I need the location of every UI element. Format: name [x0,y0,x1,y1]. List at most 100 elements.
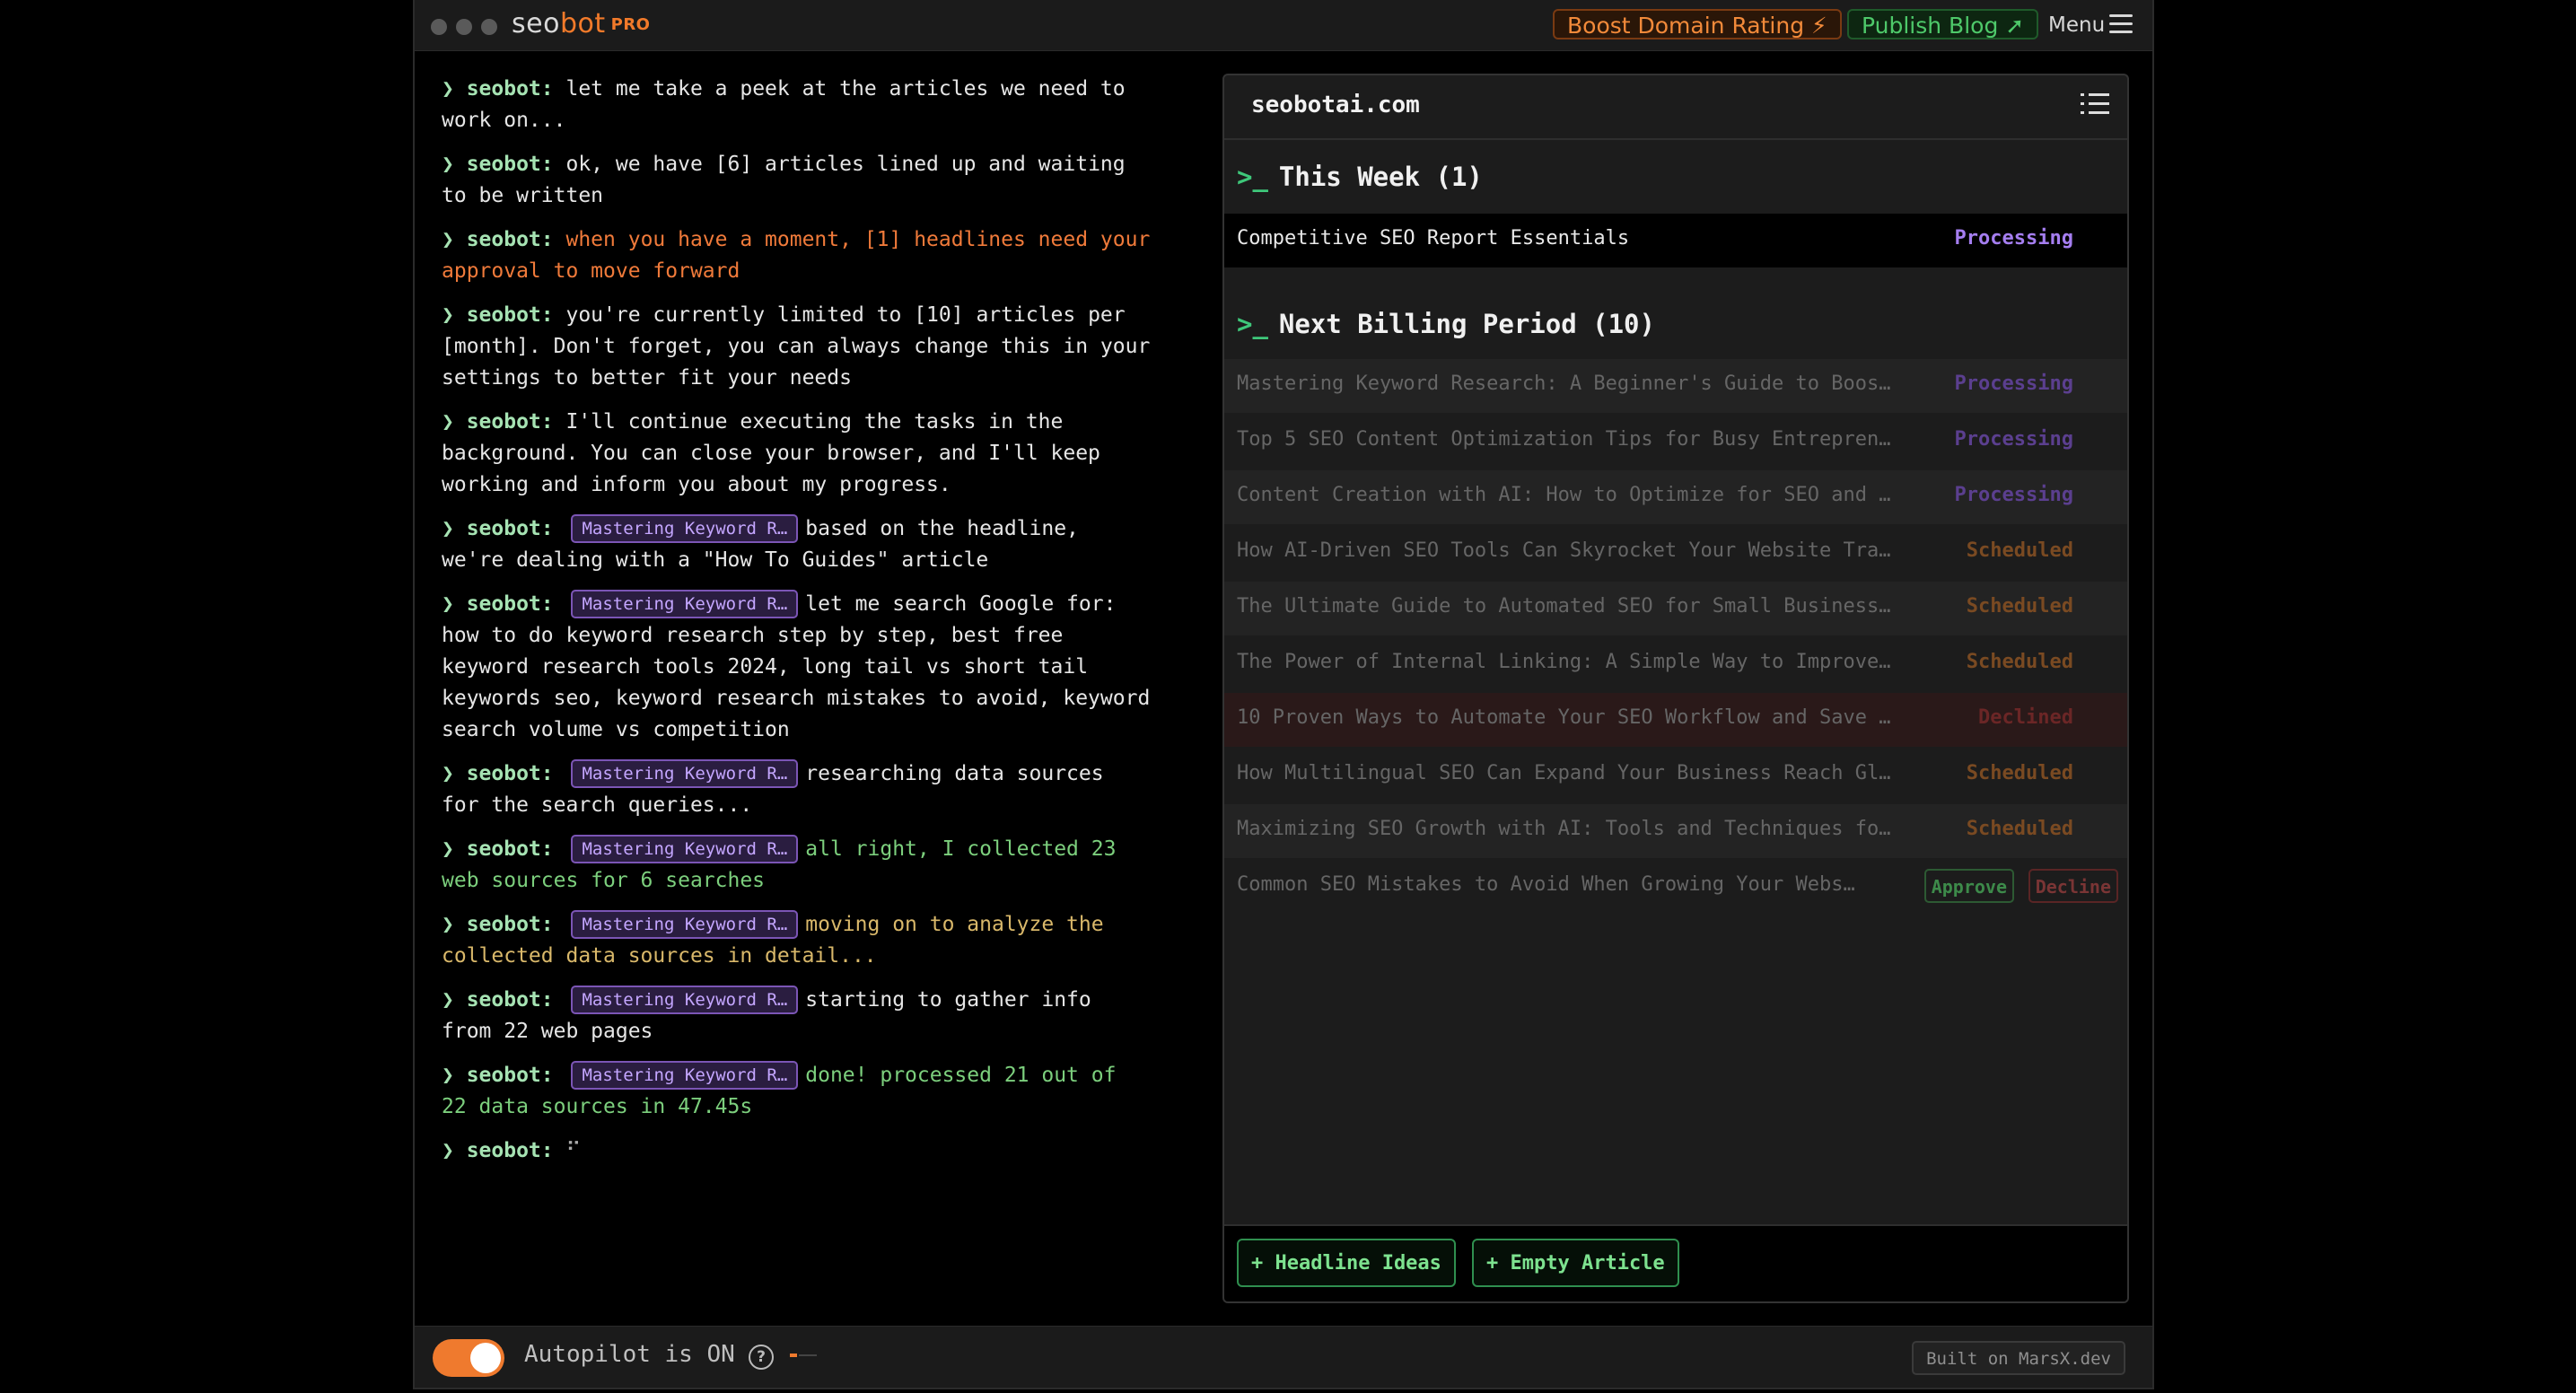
article-chip[interactable]: Mastering Keyword R… [571,910,799,939]
article-row[interactable]: Content Creation with AI: How to Optimiz… [1224,470,2127,524]
window-minimize-dot[interactable] [456,19,472,35]
log-entry: ❯ seobot: ok, we have [6] articles lined… [442,149,1151,212]
article-row[interactable]: How Multilingual SEO Can Expand Your Bus… [1224,749,2127,802]
log-entry: ❯ seobot: ⠋ [442,1135,1151,1167]
article-chip[interactable]: Mastering Keyword R… [571,835,799,863]
article-title: Top 5 SEO Content Optimization Tips for … [1237,428,1892,451]
terminal-prompt-icon: >_ [1237,162,1268,192]
log-prefix: ❯ seobot: [442,988,554,1012]
headline-ideas-button[interactable]: + Headline Ideas [1237,1239,1456,1287]
autopilot-toggle[interactable] [433,1339,504,1377]
article-status: Scheduled [1966,539,2073,562]
title-bar: seobot PRO Boost Domain Rating ⚡ Publish … [415,0,2152,51]
article-title: 10 Proven Ways to Automate Your SEO Work… [1237,706,1892,729]
hamburger-menu-icon[interactable] [2109,14,2133,34]
article-status: Processing [1954,227,2073,250]
log-prefix: ❯ seobot: [442,517,554,540]
article-chip[interactable]: Mastering Keyword R… [571,1061,799,1090]
log-prefix: ❯ seobot: [442,303,554,327]
logo-main: seo [512,8,560,39]
log-prefix: ❯ seobot: [442,1139,554,1162]
article-status: Processing [1954,484,2073,506]
article-status: Processing [1954,372,2073,395]
log-entry: ❯ seobot: when you have a moment, [1] he… [442,224,1151,287]
article-row[interactable]: Top 5 SEO Content Optimization Tips for … [1224,415,2127,469]
log-prefix: ❯ seobot: [442,228,554,251]
article-chip[interactable]: Mastering Keyword R… [571,514,799,543]
log-entry: ❯ seobot: you're currently limited to [1… [442,300,1151,394]
article-chip[interactable]: Mastering Keyword R… [571,986,799,1014]
article-row[interactable]: Maximizing SEO Growth with AI: Tools and… [1224,804,2127,858]
log-prefix: ❯ seobot: [442,762,554,785]
article-row[interactable]: The Power of Internal Linking: A Simple … [1224,637,2127,691]
log-prefix: ❯ seobot: [442,153,554,176]
article-status: Processing [1954,428,2073,451]
status-bar: Autopilot is ON ? Built on MarsX.dev [415,1326,2152,1388]
approve-button[interactable]: Approve [1923,869,2014,903]
article-status: Scheduled [1966,818,2073,840]
article-chip[interactable]: Mastering Keyword R… [571,759,799,788]
panel-footer: + Headline Ideas + Empty Article [1224,1224,2127,1301]
log-prefix: ❯ seobot: [442,1064,554,1087]
article-title: Common SEO Mistakes to Avoid When Growin… [1237,873,1865,896]
log-prefix: ❯ seobot: [442,913,554,936]
log-entry: ❯ seobot: let me take a peek at the arti… [442,74,1151,136]
articles-panel: seobotai.com >_ This Week (1) Competitive… [1222,74,2129,1303]
log-entry: ❯ seobot: Mastering Keyword R… let me sea… [442,589,1151,746]
log-entry: ❯ seobot: Mastering Keyword R… starting t… [442,985,1151,1047]
article-title: Maximizing SEO Growth with AI: Tools and… [1237,818,1892,840]
help-icon[interactable]: ? [749,1345,774,1370]
article-row-current[interactable]: Competitive SEO Report Essentials Proces… [1224,214,2127,267]
article-title: How AI-Driven SEO Tools Can Skyrocket Yo… [1237,539,1892,562]
terminal-prompt-icon: >_ [1237,309,1268,339]
activity-spark-icon [790,1354,817,1357]
empty-article-button[interactable]: + Empty Article [1472,1239,1679,1287]
log-prefix: ❯ seobot: [442,77,554,101]
list-view-icon[interactable] [2081,93,2109,118]
log-entry: ❯ seobot: Mastering Keyword R… moving on … [442,909,1151,972]
article-title: Mastering Keyword Research: A Beginner's… [1237,372,1892,395]
next-billing-title: Next Billing Period (10) [1278,309,1655,339]
toggle-knob [470,1343,501,1373]
log-prefix: ❯ seobot: [442,410,554,434]
article-title: How Multilingual SEO Can Expand Your Bus… [1237,762,1892,784]
autopilot-label: Autopilot is ON [524,1341,735,1368]
article-chip[interactable]: Mastering Keyword R… [571,590,799,618]
window-close-dot[interactable] [431,19,447,35]
log-entry: ❯ seobot: Mastering Keyword R… researchin… [442,758,1151,821]
panel-header: seobotai.com [1224,75,2127,140]
log-entry: ❯ seobot: Mastering Keyword R… based on t… [442,513,1151,576]
publish-blog-button[interactable]: Publish Blog ➚ [1847,9,2039,39]
article-row[interactable]: 10 Proven Ways to Automate Your SEO Work… [1224,693,2127,747]
log-text: ⠋ [565,1139,582,1162]
article-title: The Power of Internal Linking: A Simple … [1237,651,1892,673]
site-domain: seobotai.com [1251,92,1420,118]
article-row[interactable]: How AI-Driven SEO Tools Can Skyrocket Yo… [1224,526,2127,580]
app-logo[interactable]: seobot PRO [512,8,650,39]
article-row[interactable]: Common SEO Mistakes to Avoid When Growin… [1224,860,2127,914]
article-status: Declined [1978,706,2073,729]
logo-accent: bot [559,8,606,39]
log-entry: ❯ seobot: I'll continue executing the ta… [442,407,1151,501]
boost-domain-rating-button[interactable]: Boost Domain Rating ⚡ [1553,9,1842,39]
this-week-title: This Week (1) [1278,162,1483,192]
article-row[interactable]: Mastering Keyword Research: A Beginner's… [1224,359,2127,413]
article-row[interactable]: The Ultimate Guide to Automated SEO for … [1224,582,2127,635]
activity-log: ❯ seobot: let me take a peek at the arti… [442,74,1151,1179]
log-entry: ❯ seobot: Mastering Keyword R… all right,… [442,834,1151,897]
log-prefix: ❯ seobot: [442,592,554,616]
pro-badge: PRO [610,15,651,34]
built-on-badge[interactable]: Built on MarsX.dev [1912,1341,2125,1375]
article-status: Scheduled [1966,595,2073,618]
decline-button[interactable]: Decline [2028,869,2118,903]
this-week-heading: >_ This Week (1) [1237,162,1483,192]
menu-button-label[interactable]: Menu [2048,11,2105,39]
log-entry: ❯ seobot: Mastering Keyword R… done! proc… [442,1060,1151,1123]
article-status: Scheduled [1966,762,2073,784]
log-prefix: ❯ seobot: [442,837,554,861]
window-maximize-dot[interactable] [481,19,497,35]
article-title: Competitive SEO Report Essentials [1237,227,1630,250]
article-title: The Ultimate Guide to Automated SEO for … [1237,595,1892,618]
app-window: seobot PRO Boost Domain Rating ⚡ Publish … [413,0,2154,1389]
next-billing-heading: >_ Next Billing Period (10) [1237,309,1655,339]
